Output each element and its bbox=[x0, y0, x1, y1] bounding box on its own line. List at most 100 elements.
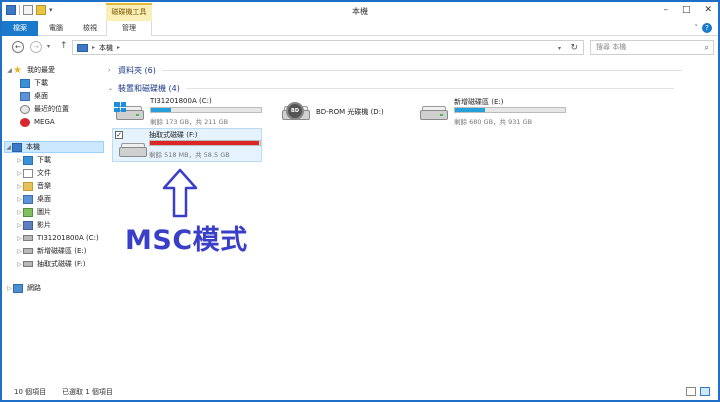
nav-pc-documents[interactable]: ▷ 文件 bbox=[16, 167, 51, 179]
nav-item-label: 桌面 bbox=[34, 92, 48, 100]
music-folder-icon bbox=[23, 181, 33, 191]
up-button[interactable]: ↑ bbox=[60, 41, 68, 51]
large-icons-view-icon[interactable] bbox=[700, 387, 710, 396]
tab-file[interactable]: 檔案 bbox=[2, 21, 38, 36]
nav-favorites-desktop[interactable]: 桌面 bbox=[20, 90, 48, 102]
blu-ray-drive-icon: BD bbox=[280, 102, 310, 122]
collapse-icon[interactable]: ◢ bbox=[5, 144, 12, 151]
tab-manage[interactable]: 管理 bbox=[106, 21, 152, 36]
navigation-bar: ← → ▾ ↑ ▸ 本機 ▸ ▾ ↻ 搜尋 本機 ⌕ bbox=[2, 37, 718, 58]
expand-group-chevron-icon[interactable]: › bbox=[108, 67, 118, 74]
nav-pc-music[interactable]: ▷ 音樂 bbox=[16, 180, 51, 192]
nav-pc-pictures[interactable]: ▷ 圖片 bbox=[16, 206, 51, 218]
view-buttons bbox=[686, 387, 710, 396]
nav-favorites-recent[interactable]: 最近的位置 bbox=[20, 103, 69, 115]
expand-icon[interactable]: ▷ bbox=[16, 248, 23, 255]
nav-pc-videos[interactable]: ▷ 影片 bbox=[16, 219, 51, 231]
collapse-icon[interactable]: ◢ bbox=[6, 67, 13, 74]
folders-group-header[interactable]: › 資料夾 (6) bbox=[108, 64, 682, 76]
address-bar[interactable]: ▸ 本機 ▸ ▾ ↻ bbox=[72, 40, 584, 55]
help-icon[interactable]: ? bbox=[702, 23, 712, 33]
expand-icon[interactable]: ▷ bbox=[16, 261, 23, 268]
drive-d-tile[interactable]: BD BD-ROM 光碟機 (D:) bbox=[280, 96, 430, 126]
nav-favorites-mega[interactable]: MEGA bbox=[20, 116, 55, 128]
drive-name: TI31201800A (C:) bbox=[150, 97, 212, 105]
forward-button[interactable]: → bbox=[30, 41, 42, 53]
free-space-text: 剩餘 518 MB，共 58.5 GB bbox=[149, 151, 230, 159]
expand-icon[interactable]: ▷ bbox=[16, 209, 23, 216]
nav-pc-drive-c[interactable]: ▷ TI31201800A (C:) bbox=[16, 232, 99, 244]
window-title: 本機 bbox=[352, 7, 368, 16]
expand-icon[interactable]: ▷ bbox=[16, 196, 23, 203]
recent-locations-chevron-icon[interactable]: ▾ bbox=[47, 43, 50, 50]
group-title: 資料夾 (6) bbox=[118, 65, 156, 75]
downloads-folder-icon bbox=[20, 78, 30, 88]
expand-ribbon-chevron-icon[interactable]: ˅ bbox=[695, 24, 699, 32]
expand-icon[interactable]: ▷ bbox=[16, 222, 23, 229]
nav-network[interactable]: ▷ 網路 bbox=[6, 282, 41, 294]
up-arrow-annotation-icon bbox=[162, 168, 198, 218]
details-view-icon[interactable] bbox=[686, 387, 696, 396]
back-button[interactable]: ← bbox=[12, 41, 24, 53]
nav-item-label: 圖片 bbox=[37, 208, 51, 216]
expand-icon[interactable]: ▷ bbox=[6, 285, 13, 292]
downloads-folder-icon bbox=[23, 155, 33, 165]
nav-item-label: 最近的位置 bbox=[34, 105, 69, 113]
drive-c-tile[interactable]: TI31201800A (C:) 剩餘 173 GB，共 211 GB bbox=[114, 96, 272, 126]
nav-pc-drive-e[interactable]: ▷ 新增磁碟區 (E:) bbox=[16, 245, 86, 257]
nav-this-pc[interactable]: ◢ 本機 bbox=[4, 141, 104, 153]
devices-group-header[interactable]: ⌄ 裝置和磁碟機 (4) bbox=[108, 82, 674, 94]
desktop-folder-icon bbox=[23, 194, 33, 204]
tab-computer[interactable]: 電腦 bbox=[38, 21, 74, 36]
capacity-bar bbox=[150, 107, 262, 113]
item-count: 10 個項目 bbox=[14, 388, 47, 396]
select-checkbox[interactable]: ✓ bbox=[115, 131, 123, 139]
navigation-pane: ◢ ★ 我的最愛 下載 桌面 最近的位置 MEGA ◢ 本機 ▷ 下載 ▷ 文件… bbox=[2, 60, 106, 380]
group-title: 裝置和磁碟機 (4) bbox=[118, 83, 180, 93]
hard-drive-icon bbox=[23, 235, 33, 241]
collapse-group-chevron-icon[interactable]: ⌄ bbox=[108, 85, 118, 92]
nav-pc-downloads[interactable]: ▷ 下載 bbox=[16, 154, 51, 166]
ribbon-tabs: 檔案 電腦 檢視 管理 ˅ ? bbox=[2, 21, 718, 36]
breadcrumb-chevron-icon[interactable]: ▸ bbox=[92, 44, 95, 51]
maximize-button[interactable]: □ bbox=[682, 5, 691, 15]
address-history-chevron-icon[interactable]: ▾ bbox=[558, 45, 561, 52]
windows-drive-icon bbox=[114, 102, 144, 122]
minimize-button[interactable]: – bbox=[663, 5, 668, 15]
nav-item-label: 抽取式磁碟 (F:) bbox=[37, 260, 86, 268]
search-input[interactable]: 搜尋 本機 ⌕ bbox=[590, 40, 714, 55]
nav-item-label: 桌面 bbox=[37, 195, 51, 203]
nav-pc-drive-f[interactable]: ▷ 抽取式磁碟 (F:) bbox=[16, 258, 86, 270]
expand-icon[interactable]: ▷ bbox=[16, 183, 23, 190]
close-button[interactable]: ✕ bbox=[704, 5, 712, 15]
window-controls: – □ ✕ bbox=[663, 5, 712, 15]
nav-favorites-downloads[interactable]: 下載 bbox=[20, 77, 48, 89]
videos-folder-icon bbox=[23, 220, 33, 230]
drive-e-tile[interactable]: 新增磁碟區 (E:) 剩餘 680 GB，共 931 GB bbox=[418, 96, 578, 126]
nav-item-label: 音樂 bbox=[37, 182, 51, 190]
drive-f-tile[interactable]: ✓ 抽取式磁碟 (F:) 剩餘 518 MB，共 58.5 GB bbox=[112, 128, 262, 162]
mega-icon bbox=[20, 117, 30, 127]
expand-icon[interactable]: ▷ bbox=[16, 235, 23, 242]
refresh-button[interactable]: ↻ bbox=[570, 43, 578, 53]
breadcrumb-this-pc[interactable]: 本機 bbox=[99, 43, 113, 53]
nav-item-label: 影片 bbox=[37, 221, 51, 229]
free-space-text: 剩餘 173 GB，共 211 GB bbox=[150, 118, 229, 126]
search-icon[interactable]: ⌕ bbox=[705, 41, 709, 54]
expand-icon[interactable]: ▷ bbox=[16, 170, 23, 177]
group-divider bbox=[161, 69, 682, 71]
expand-icon[interactable]: ▷ bbox=[16, 157, 23, 164]
nav-favorites[interactable]: ◢ ★ 我的最愛 bbox=[6, 64, 55, 76]
nav-network-label: 網路 bbox=[27, 284, 41, 292]
breadcrumb-chevron-icon[interactable]: ▸ bbox=[117, 44, 120, 51]
selection-count: 已選取 1 個項目 bbox=[62, 388, 113, 396]
capacity-fill bbox=[151, 108, 171, 112]
capacity-bar bbox=[149, 140, 261, 146]
nav-item-label: 下載 bbox=[37, 156, 51, 164]
group-divider bbox=[185, 87, 674, 89]
removable-drive-icon bbox=[117, 139, 147, 159]
annotation-text: MSC模式 bbox=[125, 225, 248, 256]
tab-view[interactable]: 檢視 bbox=[74, 21, 106, 36]
capacity-bar bbox=[454, 107, 566, 113]
nav-pc-desktop[interactable]: ▷ 桌面 bbox=[16, 193, 51, 205]
